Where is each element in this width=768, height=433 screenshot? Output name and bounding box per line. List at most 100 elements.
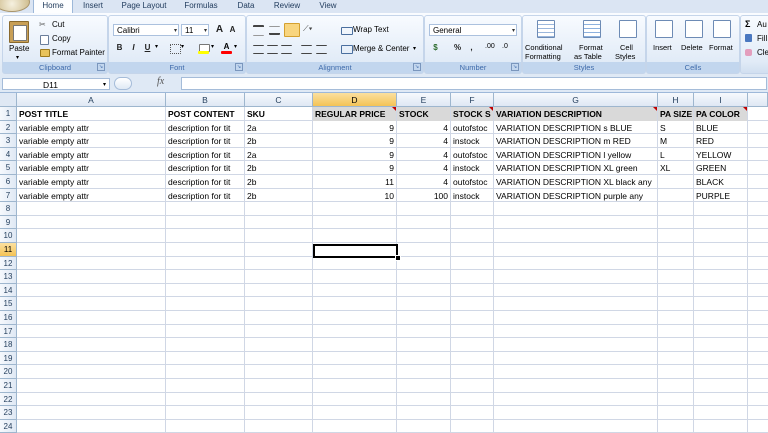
- merge-center-button[interactable]: Merge & Center: [353, 44, 409, 53]
- cut-button[interactable]: Cut: [52, 20, 64, 29]
- table-cell[interactable]: 100: [397, 189, 450, 203]
- conditional-label[interactable]: Conditional: [525, 43, 563, 52]
- column-header-d[interactable]: D: [313, 93, 397, 107]
- row-header-14[interactable]: 14: [0, 283, 17, 298]
- table-cell[interactable]: outofstoc: [451, 148, 493, 162]
- comment-indicator-icon[interactable]: [489, 107, 493, 111]
- row-header-9[interactable]: 9: [0, 215, 17, 230]
- table-cell[interactable]: VARIATION DESCRIPTION XL green: [494, 161, 657, 175]
- table-cell[interactable]: 2b: [245, 134, 312, 148]
- wrap-text-button[interactable]: Wrap Text: [353, 25, 389, 34]
- cell-styles-label[interactable]: Styles: [615, 52, 635, 61]
- table-cell[interactable]: VARIATION DESCRIPTION purple any: [494, 189, 657, 203]
- currency-button[interactable]: $: [429, 42, 442, 54]
- column-header-f[interactable]: F: [451, 93, 494, 107]
- font-launcher-icon[interactable]: ↘: [235, 63, 243, 71]
- insert-function-icon[interactable]: fx: [157, 76, 164, 87]
- header-cell[interactable]: REGULAR PRICE: [313, 107, 396, 121]
- underline-button[interactable]: U: [141, 42, 154, 54]
- table-cell[interactable]: variable empty attr: [17, 175, 165, 189]
- tab-data[interactable]: Data: [230, 0, 262, 13]
- grow-font-button[interactable]: A: [213, 24, 226, 36]
- table-cell[interactable]: description for tit: [166, 161, 244, 175]
- table-cell[interactable]: 4: [397, 121, 450, 135]
- format-as-table-icon[interactable]: [583, 20, 601, 38]
- fill-icon[interactable]: [745, 34, 752, 42]
- paste-button[interactable]: Paste: [9, 44, 29, 53]
- header-cell[interactable]: POST CONTENT: [166, 107, 244, 121]
- table-cell[interactable]: variable empty attr: [17, 148, 165, 162]
- italic-button[interactable]: I: [127, 42, 140, 54]
- increase-decimal-icon[interactable]: .00: [485, 43, 495, 50]
- table-cell[interactable]: RED: [694, 134, 747, 148]
- chevron-down-icon[interactable]: ▾: [103, 79, 106, 91]
- tab-home[interactable]: Home: [33, 0, 73, 14]
- table-cell[interactable]: 2b: [245, 189, 312, 203]
- row-header-24[interactable]: 24: [0, 419, 17, 433]
- clear-button[interactable]: Cle: [757, 48, 768, 57]
- bold-button[interactable]: B: [113, 42, 126, 54]
- header-cell[interactable]: STOCK S: [451, 107, 493, 121]
- table-cell[interactable]: BLUE: [694, 121, 747, 135]
- wrap-text-icon[interactable]: [341, 27, 353, 35]
- number-launcher-icon[interactable]: ↘: [511, 63, 519, 71]
- format-cells-button[interactable]: Format: [709, 43, 733, 52]
- alignment-launcher-icon[interactable]: ↘: [413, 63, 421, 71]
- comma-button[interactable]: ,: [465, 42, 478, 54]
- formatting-label[interactable]: Formatting: [525, 52, 561, 61]
- cell-label[interactable]: Cell: [620, 43, 633, 52]
- row-header-6[interactable]: 6: [0, 175, 17, 189]
- underline-dropdown-icon[interactable]: ▾: [155, 43, 158, 50]
- align-bottom-icon[interactable]: [284, 23, 300, 37]
- header-cell[interactable]: PA SIZE: [658, 107, 693, 121]
- column-header-e[interactable]: E: [397, 93, 451, 107]
- table-cell[interactable]: L: [658, 148, 693, 162]
- column-header-c[interactable]: C: [245, 93, 313, 107]
- table-cell[interactable]: 9: [313, 161, 396, 175]
- header-cell[interactable]: VARIATION DESCRIPTION: [494, 107, 657, 121]
- fill-button[interactable]: Fill: [757, 34, 767, 43]
- row-header-10[interactable]: 10: [0, 229, 17, 243]
- orientation-icon[interactable]: ⟋▾: [303, 24, 319, 34]
- table-cell[interactable]: description for tit: [166, 134, 244, 148]
- spreadsheet-grid[interactable]: ABCDEFGHI 1 2 3 4 5 6 7 8 9 10 11 12 13 14 15 16 17 18 19 2…: [0, 93, 768, 433]
- table-cell[interactable]: BLACK: [694, 175, 747, 189]
- percent-button[interactable]: %: [451, 42, 464, 54]
- autosum-button[interactable]: Au: [757, 20, 767, 29]
- format-as-label[interactable]: Format: [579, 43, 603, 52]
- increase-indent-icon[interactable]: [316, 45, 327, 54]
- table-cell[interactable]: description for tit: [166, 148, 244, 162]
- row-header-1[interactable]: 1: [0, 107, 17, 121]
- align-left-icon[interactable]: [253, 45, 264, 54]
- row-header-4[interactable]: 4: [0, 147, 17, 162]
- align-right-icon[interactable]: [281, 45, 292, 54]
- align-top-icon[interactable]: [253, 25, 264, 36]
- tab-view[interactable]: View: [313, 0, 343, 13]
- table-cell[interactable]: instock: [451, 134, 493, 148]
- row-header-8[interactable]: 8: [0, 202, 17, 216]
- table-cell[interactable]: VARIATION DESCRIPTION m RED: [494, 134, 657, 148]
- comment-indicator-icon[interactable]: [392, 107, 396, 111]
- format-cells-icon[interactable]: [713, 20, 731, 38]
- paste-dropdown-icon[interactable]: ▾: [16, 54, 19, 61]
- table-cell[interactable]: [658, 175, 693, 189]
- decrease-indent-icon[interactable]: [301, 45, 312, 54]
- table-cell[interactable]: description for tit: [166, 189, 244, 203]
- insert-cells-button[interactable]: Insert: [653, 43, 672, 52]
- tab-page-layout[interactable]: Page Layout: [115, 0, 173, 13]
- row-header-20[interactable]: 20: [0, 365, 17, 379]
- header-cell[interactable]: SKU: [245, 107, 312, 121]
- table-cell[interactable]: instock: [451, 161, 493, 175]
- merge-center-icon[interactable]: [341, 45, 353, 54]
- column-header-i[interactable]: I: [694, 93, 748, 107]
- table-cell[interactable]: 4: [397, 161, 450, 175]
- merge-dropdown-icon[interactable]: ▾: [413, 45, 416, 52]
- table-cell[interactable]: 9: [313, 121, 396, 135]
- table-cell[interactable]: GREEN: [694, 161, 747, 175]
- formula-input[interactable]: [181, 77, 767, 90]
- tab-formulas[interactable]: Formulas: [179, 0, 223, 13]
- header-cell[interactable]: STOCK: [397, 107, 450, 121]
- table-cell[interactable]: VARIATION DESCRIPTION l yellow: [494, 148, 657, 162]
- align-middle-icon[interactable]: [269, 26, 280, 35]
- decrease-decimal-icon[interactable]: .0: [502, 43, 508, 50]
